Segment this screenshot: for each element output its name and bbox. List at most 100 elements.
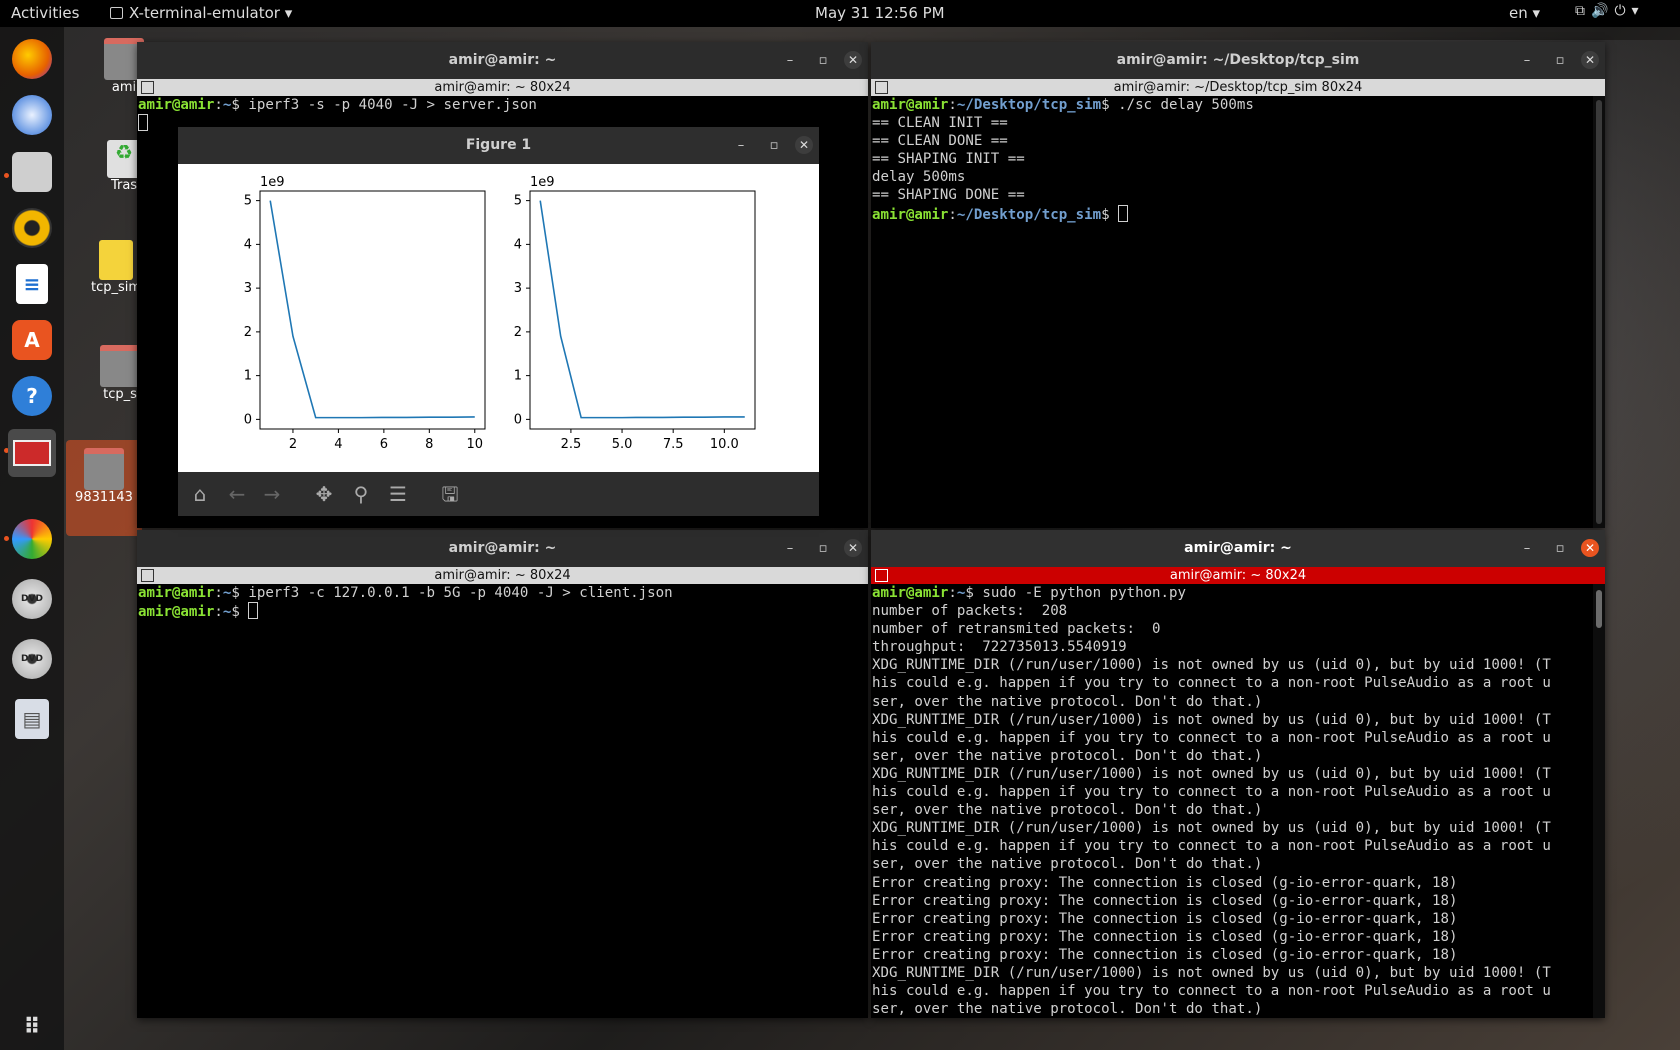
terminal-output[interactable]: amir@amir:~$ sudo -E python python.py nu…	[871, 584, 1593, 1018]
window-titlebar[interactable]: Figure 1 – ▫ ✕	[178, 127, 819, 164]
menu-icon[interactable]	[141, 81, 154, 94]
terminal-output[interactable]: amir@amir:~$ iperf3 -c 127.0.0.1 -b 5G -…	[137, 584, 856, 1018]
minimize-icon[interactable]: –	[780, 530, 800, 567]
language-label: en	[1509, 4, 1528, 22]
save-icon[interactable]: 🖫	[438, 482, 462, 506]
close-icon[interactable]: ✕	[1581, 539, 1599, 557]
desktop-icon-selected-folder[interactable]: 9831143	[66, 440, 142, 536]
clock[interactable]: May 31 12:56 PM	[815, 4, 945, 22]
prompt-path: ~/Desktop/tcp_sim	[956, 206, 1102, 223]
terminal-cursor	[1118, 204, 1129, 222]
language-indicator[interactable]: en ▾	[1509, 4, 1540, 22]
rhythmbox-icon[interactable]	[12, 208, 52, 248]
window-titlebar[interactable]: amir@amir: ~/Desktop/tcp_sim – ▫ ✕	[871, 42, 1605, 79]
maximize-icon[interactable]: ▫	[1550, 42, 1570, 79]
window-titlebar[interactable]: amir@amir: ~ – ▫ ✕	[137, 530, 868, 567]
thunderbird-icon[interactable]	[12, 95, 52, 135]
axis-offset-label: 1e9	[260, 175, 285, 190]
firefox-icon[interactable]	[12, 39, 52, 79]
configure-icon[interactable]: ☰	[386, 482, 410, 506]
output-line: Error creating proxy: The connection is …	[872, 874, 1458, 891]
help-icon[interactable]: ?	[12, 376, 52, 416]
close-icon[interactable]: ✕	[844, 539, 862, 557]
output-line: his could e.g. happen if you try to conn…	[872, 784, 1551, 801]
desktop-icon-label: tcp_sim	[90, 280, 142, 295]
scrollbar-thumb[interactable]	[1596, 590, 1602, 628]
output-line: his could e.g. happen if you try to conn…	[872, 729, 1551, 746]
activities-button[interactable]: Activities	[11, 4, 79, 22]
scrollbar-thumb[interactable]	[1596, 100, 1602, 524]
prompt-path: ~/Desktop/tcp_sim	[956, 97, 1102, 113]
y-tick-label: 1	[514, 369, 522, 384]
minimize-icon[interactable]: –	[731, 127, 751, 164]
desktop-icon-label: ami	[111, 80, 137, 95]
y-tick-label: 5	[244, 194, 252, 209]
command-text: $ sudo -E python python.py	[965, 585, 1186, 601]
writer-icon[interactable]: ≡	[16, 264, 48, 304]
axis-offset-label: 1e9	[530, 175, 555, 190]
maximize-icon[interactable]: ▫	[764, 127, 784, 164]
terminal-cursor	[138, 114, 148, 132]
figure-canvas[interactable]: 0 1 2 3 4 5 2 4 6 8 10 1e9 0 1 2 3 4 5 2.5 5.0 7.5 10.0 1e9	[178, 164, 819, 472]
window-title: amir@amir: ~	[448, 52, 557, 68]
terminal-window-bottom-right[interactable]: amir@amir: ~ – ▫ ✕ amir@amir: ~ 80x24 am…	[871, 530, 1605, 1018]
pinwheel-app-icon[interactable]	[12, 519, 52, 559]
window-titlebar[interactable]: amir@amir: ~ – ▫ ✕	[137, 42, 868, 79]
x-tick-label: 6	[380, 437, 388, 452]
scrollbar[interactable]	[1593, 96, 1605, 528]
terminal-output[interactable]: amir@amir:~/Desktop/tcp_sim$ ./sc delay …	[871, 96, 1593, 528]
output-line: number of packets: 208	[872, 603, 1068, 620]
close-icon[interactable]: ✕	[1581, 51, 1599, 69]
output-line: his could e.g. happen if you try to conn…	[872, 983, 1551, 1000]
dock: ≡ A ? DVD DVD ▤ ⠿	[0, 27, 64, 1050]
system-tray[interactable]: ⧉🔊⏻▾	[1575, 3, 1645, 19]
menu-icon[interactable]	[875, 569, 888, 582]
close-icon[interactable]: ✕	[795, 136, 813, 154]
output-line: his could e.g. happen if you try to conn…	[872, 838, 1551, 855]
maximize-icon[interactable]: ▫	[813, 530, 833, 567]
series-line	[539, 200, 745, 419]
output-line: == CLEAN DONE ==	[872, 133, 1008, 150]
apps-grid-icon[interactable]: ⠿	[12, 1007, 52, 1047]
minimize-icon[interactable]: –	[780, 42, 800, 79]
software-center-icon[interactable]: A	[12, 320, 52, 360]
terminal-window-top-right[interactable]: amir@amir: ~/Desktop/tcp_sim – ▫ ✕ amir@…	[871, 42, 1605, 528]
app-menu[interactable]: X-terminal-emulator ▾	[110, 4, 292, 22]
y-tick-label: 4	[244, 237, 252, 252]
minimize-icon[interactable]: –	[1517, 530, 1537, 567]
back-icon[interactable]: ←	[225, 482, 249, 506]
window-title: Figure 1	[465, 137, 532, 153]
power-icon: ⏻	[1614, 3, 1632, 19]
prompt-user: amir@amir	[138, 97, 215, 113]
folder-icon	[100, 345, 140, 387]
menu-icon[interactable]	[141, 569, 154, 582]
window-icon	[110, 7, 123, 19]
output-line: number of retransmited packets: 0	[872, 621, 1161, 638]
figure-window[interactable]: Figure 1 – ▫ ✕ 0 1 2 3 4 5 2 4 6 8 10 1e9 0 1 2 3 4 5 2.5 5…	[178, 127, 819, 516]
text-editor-icon[interactable]: ▤	[15, 699, 49, 739]
dvd-icon[interactable]: DVD	[12, 579, 52, 619]
terminal-icon[interactable]	[8, 429, 56, 477]
home-icon[interactable]: ⌂	[188, 482, 212, 506]
maximize-icon[interactable]: ▫	[1550, 530, 1570, 567]
zoom-icon[interactable]: ⚲	[349, 482, 373, 506]
terminal-window-bottom-left[interactable]: amir@amir: ~ – ▫ ✕ amir@amir: ~ 80x24 am…	[137, 530, 868, 1018]
maximize-icon[interactable]: ▫	[813, 42, 833, 79]
close-icon[interactable]: ✕	[844, 51, 862, 69]
terminal-tab-title: amir@amir: ~ 80x24	[1169, 568, 1307, 583]
window-titlebar[interactable]: amir@amir: ~ – ▫ ✕	[871, 530, 1605, 567]
forward-icon[interactable]: →	[260, 482, 284, 506]
pan-icon[interactable]: ✥	[312, 482, 336, 506]
output-line: XDG_RUNTIME_DIR (/run/user/1000) is not …	[872, 964, 1551, 981]
scrollbar[interactable]	[1593, 584, 1605, 1018]
terminal-tab-bar: amir@amir: ~ 80x24	[871, 567, 1605, 584]
x-tick-label: 7.5	[663, 437, 684, 452]
x-tick-label: 10	[466, 437, 483, 452]
minimize-icon[interactable]: –	[1517, 42, 1537, 79]
plot-axes-frame	[259, 190, 486, 430]
files-icon[interactable]	[12, 152, 52, 192]
dvd-icon[interactable]: DVD	[12, 639, 52, 679]
output-line: == SHAPING DONE ==	[872, 187, 1025, 204]
prompt-user: amir@amir	[872, 206, 949, 223]
menu-icon[interactable]	[875, 81, 888, 94]
